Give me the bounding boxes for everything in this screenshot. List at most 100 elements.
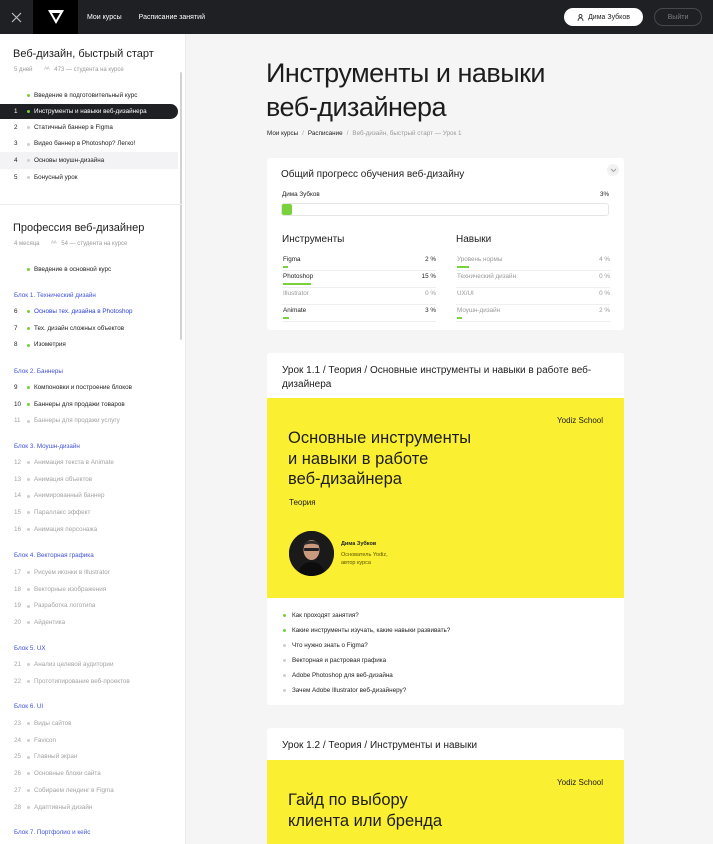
skills-title: Навыки xyxy=(456,234,492,245)
top-bar: Мои курсы Расписание занятий Дима Зубков… xyxy=(0,0,713,34)
user-button[interactable]: Дима Зубков xyxy=(564,8,643,26)
status-dot xyxy=(27,571,30,574)
breadcrumb-item[interactable]: Мои курсы xyxy=(267,130,298,137)
skill-row: Технический дизайн 0 % xyxy=(456,271,610,288)
lesson-banner[interactable]: Yodiz School Основные инструменты и навы… xyxy=(267,398,624,598)
list-item[interactable]: 2 Статичный баннер в Figma xyxy=(0,119,178,136)
status-dot xyxy=(27,343,30,347)
topic-item: Что нужно знать о Figma? xyxy=(283,642,368,649)
list-item[interactable]: 21 Анализ целевой аудитории xyxy=(0,656,178,673)
list-item[interactable]: 25 Главный экран xyxy=(0,749,178,766)
status-dot xyxy=(27,738,30,742)
chevron-down-icon[interactable] xyxy=(607,164,619,176)
list-item[interactable]: 28 Адаптивный дизайн xyxy=(0,799,178,816)
status-dot xyxy=(27,402,30,406)
status-dot xyxy=(27,587,30,591)
block-list: 17 Рисуем иконки в Illustrator 18 Векторны… xyxy=(0,564,178,631)
lesson-banner[interactable]: Yodiz School Гайд по выбору клиента или … xyxy=(267,760,624,844)
skill-row: Моушн-дизайн 2 % xyxy=(456,305,610,322)
status-dot xyxy=(27,268,30,271)
breadcrumb-item[interactable]: Расписание xyxy=(308,130,343,137)
status-dot xyxy=(27,461,30,464)
lesson-title[interactable]: Урок 1.2 / Теория / Инструменты и навыки xyxy=(282,739,602,753)
skill-bar xyxy=(457,317,462,319)
main-content: Инструменты и навыки веб-дизайнера Мои к… xyxy=(186,34,713,844)
students-icon: ᴬᴬ xyxy=(51,241,57,247)
list-item[interactable]: 8 Изометрия xyxy=(0,337,178,354)
list-item[interactable]: 13 Анимация объектов xyxy=(0,471,178,488)
list-item[interactable]: Введение в основной курс xyxy=(0,261,178,278)
lesson-card[interactable]: Урок 1.2 / Теория / Инструменты и навыки… xyxy=(267,728,624,844)
list-item[interactable]: 26 Основные блоки сайта xyxy=(0,765,178,782)
list-item[interactable]: Введение в подготовительный курс xyxy=(0,87,178,104)
list-item[interactable]: 12 Анимация текста в Animate xyxy=(0,454,178,471)
course-title[interactable]: Профессия веб-дизайнер xyxy=(13,222,144,234)
logo-icon[interactable] xyxy=(33,0,78,34)
list-item[interactable]: 9 Компоновки и построение блоков xyxy=(0,379,178,396)
user-icon xyxy=(577,13,584,21)
divider xyxy=(0,204,182,205)
list-item[interactable]: 27 Собираем лендинг в Figma xyxy=(0,782,178,799)
list-item[interactable]: 19 Разработка логотипа xyxy=(0,598,178,615)
list-item[interactable]: 22 Прототипирование веб-проектов xyxy=(0,673,178,690)
nav-schedule[interactable]: Расписание занятий xyxy=(139,14,205,21)
progress-fill xyxy=(282,204,292,215)
author-role: Основатель Yodiz, автор курса xyxy=(341,552,388,566)
list-item[interactable]: 7 Тех. дизайн сложных объектов xyxy=(0,320,178,337)
skill-bar xyxy=(283,283,311,285)
list-item[interactable]: 23 Виды сайтов xyxy=(0,715,178,732)
list-item[interactable]: 11 Баннеры для продажи услугу xyxy=(0,413,178,430)
block-list: 12 Анимация текста в Animate 13 Анимация о… xyxy=(0,454,178,538)
course-students: 473 — студента на курсе xyxy=(54,67,124,73)
list-item[interactable]: 17 Рисуем иконки в Illustrator xyxy=(0,564,178,581)
banner-title: Гайд по выбору клиента или бренда xyxy=(288,791,443,830)
block-list: 23 Виды сайтов 24 Favicon 25 Главный экран … xyxy=(0,715,178,816)
skill-row: Уровень нормы 4 % xyxy=(456,254,610,271)
progress-bar xyxy=(281,203,609,216)
course2-intro: Введение в основной курс xyxy=(0,261,178,278)
skill-bar xyxy=(283,317,290,319)
list-item[interactable]: 16 Анимация персонажа xyxy=(0,521,178,538)
list-item[interactable]: 4 Основы моушн-дизайна xyxy=(0,152,178,170)
status-dot xyxy=(27,386,30,389)
sidebar-scrollbar[interactable] xyxy=(180,72,182,340)
students-icon: ᴬᴬ xyxy=(44,67,50,73)
list-item[interactable]: 20 Айдентика xyxy=(0,614,178,631)
list-item[interactable]: 15 Параллакс эффект xyxy=(0,504,178,521)
breadcrumb-current: Веб-дизайн, быстрый старт — Урок 1 xyxy=(352,130,462,137)
status-dot xyxy=(27,772,30,776)
skill-row: UX/UI 0 % xyxy=(456,288,610,305)
list-item[interactable]: 3 Видео баннер в Photoshop? Легко! xyxy=(0,136,178,153)
banner-title: Основные инструменты и навыки в работе в… xyxy=(288,429,472,488)
status-dot xyxy=(27,494,30,498)
tools-title: Инструменты xyxy=(282,234,345,245)
tool-row: Animate 3 % xyxy=(282,305,436,322)
block-list: 6 Основы тех. дизайна в Photoshop 7 Тех. д… xyxy=(0,303,178,353)
block-title: Блок 7. Портфолио и кейс xyxy=(14,829,91,836)
status-dot xyxy=(27,159,30,163)
status-dot xyxy=(27,663,30,666)
tool-row: Illustrator 0 % xyxy=(282,288,436,305)
list-item[interactable]: 6 Основы тех. дизайна в Photoshop xyxy=(0,303,178,320)
block-list: 21 Анализ целевой аудитории 22 Прототипиро… xyxy=(0,656,178,690)
list-item-active[interactable]: 1 Инструменты и навыки веб-дизайнера xyxy=(0,103,178,119)
exit-button[interactable]: Выйти xyxy=(654,8,702,26)
status-dot xyxy=(27,755,30,759)
list-item[interactable]: 18 Векторные изображения xyxy=(0,581,178,598)
topic-item: Как проходят занятия? xyxy=(283,612,359,619)
list-item[interactable]: 5 Бонусный урок xyxy=(0,169,178,186)
list-item[interactable]: 14 Анимированный баннер xyxy=(0,488,178,505)
nav-my-courses[interactable]: Мои курсы xyxy=(87,14,122,21)
course-title[interactable]: Веб-дизайн, быстрый старт xyxy=(13,48,154,60)
status-dot xyxy=(27,310,30,313)
status-dot xyxy=(27,511,30,515)
close-icon[interactable] xyxy=(0,0,33,34)
lesson-title[interactable]: Урок 1.1 / Теория / Основные инструменты… xyxy=(282,364,602,392)
page-title: Инструменты и навыки веб-дизайнера xyxy=(266,58,546,122)
lesson-card[interactable]: Урок 1.1 / Теория / Основные инструменты… xyxy=(267,353,624,705)
status-dot xyxy=(27,109,30,113)
list-item[interactable]: 24 Favicon xyxy=(0,732,178,749)
status-dot xyxy=(27,176,30,180)
list-item[interactable]: 10 Баннеры для продажи товаров xyxy=(0,396,178,413)
status-dot xyxy=(27,528,30,532)
